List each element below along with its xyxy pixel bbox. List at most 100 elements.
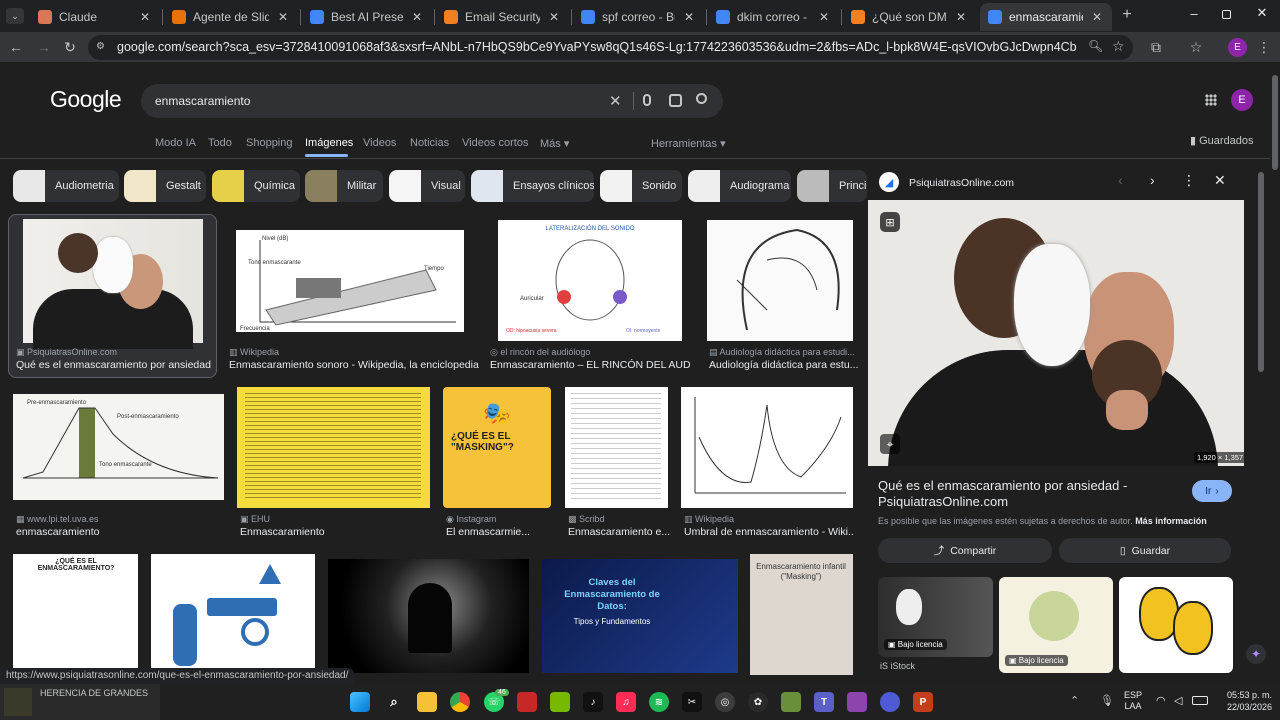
powerpoint-icon[interactable]: P xyxy=(913,692,933,712)
tray-chevron-icon[interactable]: ⌃ xyxy=(1070,694,1079,707)
more-options-icon[interactable]: ⋮ xyxy=(1182,172,1196,189)
result-caption-5[interactable]: enmascaramiento xyxy=(16,526,216,538)
filter-chip-9[interactable]: Princip xyxy=(797,170,867,202)
result-caption-3[interactable]: Enmascaramiento – EL RINCÓN DEL AUDI... xyxy=(490,359,690,371)
saved-link[interactable]: ▮ Guardados xyxy=(1190,134,1254,147)
close-tab-icon[interactable]: ✕ xyxy=(954,10,968,24)
filter-chip-8[interactable]: Audiograma xyxy=(688,170,791,202)
result-image-4[interactable] xyxy=(707,220,853,341)
close-tab-icon[interactable]: ✕ xyxy=(547,10,561,24)
filter-chip-3[interactable]: Química xyxy=(212,170,300,202)
nav-tab-3[interactable]: Shopping xyxy=(246,137,293,149)
close-tab-icon[interactable]: ✕ xyxy=(276,10,290,24)
result-image-5[interactable]: Pre-enmascaramiento Post-enmascaramiento T… xyxy=(13,394,224,500)
google-logo[interactable]: Google xyxy=(50,86,122,113)
zoom-icon[interactable]: 🔍︎ xyxy=(1088,39,1103,53)
nav-tab-6[interactable]: Noticias xyxy=(410,137,449,149)
app-icon[interactable] xyxy=(517,692,537,712)
share-button[interactable]: ⤴ Compartir xyxy=(878,538,1052,563)
result-image-10[interactable]: ¿QUÉ ES EL ENMASCARAMIENTO? xyxy=(13,554,138,684)
app-icon[interactable]: ◎ xyxy=(715,692,735,712)
app-icon[interactable] xyxy=(880,692,900,712)
result-source-1[interactable]: ▣ PsiquiatrasOnline.com xyxy=(16,347,216,358)
file-explorer-icon[interactable] xyxy=(417,692,437,712)
spotify-icon[interactable]: ≋ xyxy=(649,692,669,712)
result-source-9[interactable]: ▥ Wikipedia xyxy=(684,514,854,525)
address-bar[interactable]: ⚙ google.com/search?sca_esv=372841009106… xyxy=(88,35,1133,60)
save-button[interactable]: ▯ Guardar xyxy=(1059,538,1231,563)
tab-4[interactable]: Email Security | Anti ✕ xyxy=(436,3,569,31)
back-icon[interactable]: ← xyxy=(6,37,26,57)
panel-site-name[interactable]: PsiquiatrasOnline.com xyxy=(909,177,1014,189)
filter-chip-6[interactable]: Ensayos clínicos xyxy=(471,170,594,202)
search-icon[interactable] xyxy=(696,93,707,104)
related-image-3[interactable] xyxy=(1119,577,1233,673)
bookmark-star-icon[interactable]: ☆ xyxy=(1112,38,1125,55)
tab-1[interactable]: Claude ✕ xyxy=(30,3,160,31)
new-tab-button[interactable]: + xyxy=(1118,6,1136,26)
apps-grid-icon[interactable] xyxy=(1205,94,1217,106)
result-source-2[interactable]: ▥ Wikipedia xyxy=(229,347,469,358)
close-tab-icon[interactable]: ✕ xyxy=(1090,10,1104,24)
filter-chip-2[interactable]: Gestalt xyxy=(124,170,206,202)
restore-button[interactable] xyxy=(1222,10,1231,19)
tab-5[interactable]: spf correo - Buscar c ✕ xyxy=(573,3,704,31)
close-tab-icon[interactable]: ✕ xyxy=(817,10,831,24)
bookmarks-icon[interactable]: ☆ xyxy=(1186,37,1206,57)
related-image-1[interactable]: ▣ Bajo licencia xyxy=(878,577,993,657)
capcut-icon[interactable]: ✂ xyxy=(682,692,702,712)
nvidia-icon[interactable] xyxy=(550,692,570,712)
next-icon[interactable]: › xyxy=(1150,172,1155,188)
mic-icon[interactable] xyxy=(643,94,651,106)
wifi-icon[interactable]: ◠ xyxy=(1156,694,1166,707)
close-tab-icon[interactable]: ✕ xyxy=(410,10,424,24)
volume-icon[interactable]: ◁ xyxy=(1174,694,1182,707)
music-app-icon[interactable]: ♫ xyxy=(616,692,636,712)
result-caption-1[interactable]: Qué es el enmascaramiento por ansiedad .… xyxy=(16,359,214,371)
result-source-8[interactable]: ▩ Scribd xyxy=(568,514,678,525)
filter-chip-1[interactable]: Audiometria xyxy=(13,170,119,202)
clock[interactable]: 05:53 p. m. 22/03/2026 xyxy=(1216,689,1272,713)
url-text[interactable]: google.com/search?sca_esv=3728410091068a… xyxy=(117,40,1077,54)
gemini-badge-icon[interactable]: ⊞ xyxy=(880,212,900,232)
tiktok-icon[interactable]: ♪ xyxy=(583,692,603,712)
lens-icon[interactable]: ⌖ xyxy=(880,434,900,454)
filter-chip-4[interactable]: Militar xyxy=(305,170,383,202)
nav-tab-4[interactable]: Imágenes xyxy=(305,137,353,149)
result-image-14[interactable]: Enmascaramiento infantil ("Masking") xyxy=(750,554,853,675)
teams-icon[interactable]: T xyxy=(814,692,834,712)
clear-icon[interactable]: ✕ xyxy=(609,92,622,110)
tab-search-button[interactable]: ⌄ xyxy=(6,8,24,24)
site-info-icon[interactable]: ⚙ xyxy=(96,41,110,54)
close-tab-icon[interactable]: ✕ xyxy=(138,10,152,24)
profile-avatar[interactable]: E xyxy=(1228,38,1247,57)
gemini-fab-icon[interactable]: ✦ xyxy=(1246,644,1266,664)
result-image-6[interactable] xyxy=(237,387,430,508)
result-image-7[interactable]: 🎭 ¿QUÉ ES EL "MASKING"? xyxy=(443,387,551,508)
result-image-2[interactable]: Nivel (dB) Tiempo Tono enmascarante Frecuen… xyxy=(236,230,464,332)
result-caption-2[interactable]: Enmascaramiento sonoro - Wikipedia, la e… xyxy=(229,359,479,371)
result-image-9[interactable] xyxy=(681,387,853,508)
tab-3[interactable]: Best AI Presentation ✕ xyxy=(302,3,432,31)
lens-icon[interactable] xyxy=(669,94,682,107)
go-button[interactable]: Ir › xyxy=(1192,480,1232,502)
tab-8[interactable]: enmascaramiento - B ✕ xyxy=(980,3,1112,31)
result-source-6[interactable]: ▣ EHU xyxy=(240,514,430,525)
tab-7[interactable]: ¿Qué son DMARC, D ✕ xyxy=(843,3,976,31)
nav-tab-8[interactable]: Más ▾ xyxy=(540,137,569,150)
istock-source[interactable]: iS iStock xyxy=(880,661,915,671)
result-caption-8[interactable]: Enmascaramiento e... xyxy=(568,526,678,538)
nav-tab-7[interactable]: Videos cortos xyxy=(462,137,528,149)
reload-icon[interactable]: ↻ xyxy=(60,37,80,57)
result-image-12[interactable] xyxy=(328,559,529,673)
result-source-7[interactable]: ◉ Instagram xyxy=(446,514,556,525)
extensions-icon[interactable]: ⧉ xyxy=(1146,37,1166,57)
app-icon[interactable] xyxy=(847,692,867,712)
close-tab-icon[interactable]: ✕ xyxy=(682,10,696,24)
preview-image[interactable]: ⌖ 1,920 × 1,357 xyxy=(868,200,1244,466)
tab-6[interactable]: dkim correo - Buscar ✕ xyxy=(708,3,839,31)
nav-tab-5[interactable]: Videos xyxy=(363,137,396,149)
windows-start-icon[interactable] xyxy=(350,692,370,712)
chrome-icon[interactable] xyxy=(450,692,470,712)
tools-menu[interactable]: Herramientas ▾ xyxy=(651,137,726,150)
